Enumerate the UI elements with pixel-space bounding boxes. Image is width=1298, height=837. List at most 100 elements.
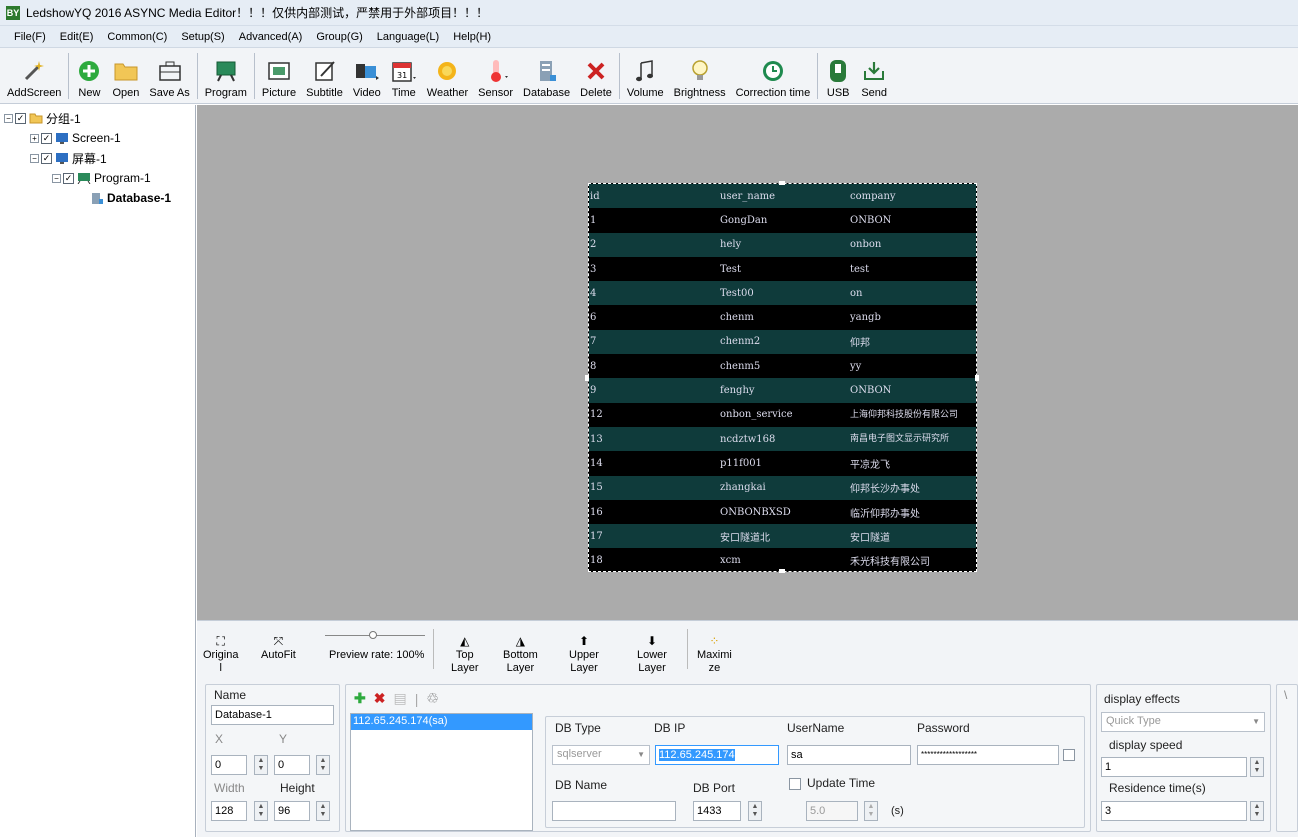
display-effects-value: Quick Type [1106, 715, 1161, 727]
slider-thumb[interactable] [369, 631, 377, 639]
update-time-unit: (s) [891, 805, 904, 817]
edit-source-icon[interactable]: ▤ [393, 690, 406, 707]
picture-button[interactable]: Picture [257, 49, 301, 103]
brightness-button[interactable]: Brightness [669, 49, 731, 103]
usb-button[interactable]: USB [820, 49, 856, 103]
tree-item-screen1[interactable]: + ✓ Screen-1 [30, 129, 121, 147]
maximize-button[interactable]: ⁘ Maximi ze [697, 635, 732, 675]
db-ip-input[interactable]: 112.65.245.174 [655, 745, 779, 765]
username-input[interactable]: sa [787, 745, 911, 765]
datasource-list[interactable]: 112.65.245.174(sa) [350, 713, 533, 831]
led-database-table[interactable]: id user_name company 1 GongDan ONBON 2 h… [588, 183, 977, 572]
usb-label: USB [826, 87, 850, 99]
menu-common[interactable]: Common(C) [107, 31, 167, 43]
music-note-icon [632, 58, 658, 84]
calendar-icon: 31 [391, 58, 417, 84]
show-password-checkbox[interactable] [1063, 749, 1075, 761]
tree-label-program: Program-1 [94, 171, 151, 185]
table-cell: 7 [590, 336, 597, 348]
resize-handle-bottom[interactable] [779, 569, 785, 573]
checkbox-checked-icon[interactable]: ✓ [15, 112, 26, 124]
x-spinner-icon[interactable]: ▲ ▼ [254, 755, 268, 775]
checkbox-checked-icon[interactable]: ✓ [41, 132, 52, 144]
database-button[interactable]: Database [518, 49, 575, 103]
tree-item-screen2[interactable]: − ✓ 屏幕-1 [30, 149, 107, 167]
menu-setup[interactable]: Setup(S) [181, 31, 224, 43]
height-spinner-icon[interactable]: ▲ ▼ [316, 801, 330, 821]
height-input[interactable]: 96 [274, 801, 310, 821]
correction-time-button[interactable]: Correction time [731, 49, 816, 103]
tree-item-group[interactable]: − ✓ 分组-1 [4, 109, 81, 127]
table-row: 17 安口隧道北 安口隧道 [589, 524, 976, 549]
time-button[interactable]: 31 Time [386, 49, 422, 103]
list-item[interactable]: 112.65.245.174(sa) [351, 714, 532, 730]
open-button[interactable]: Open [107, 49, 144, 103]
password-input[interactable]: ****************** [917, 745, 1059, 765]
tree-item-database[interactable]: Database-1 [90, 189, 171, 207]
menu-edit[interactable]: Edit(E) [60, 31, 94, 43]
lower-layer-button[interactable]: ⬇ Lower Layer [637, 635, 667, 675]
volume-button[interactable]: Volume [622, 49, 669, 103]
new-button[interactable]: New [71, 49, 107, 103]
db-port-spinner-icon[interactable]: ▲ ▼ [748, 801, 762, 821]
table-header-cell: company [850, 190, 896, 202]
width-input[interactable]: 128 [211, 801, 247, 821]
name-input[interactable]: Database-1 [211, 705, 334, 725]
update-time-spinner-icon[interactable]: ▲ ▼ [864, 801, 878, 821]
subtitle-button[interactable]: Subtitle [301, 49, 348, 103]
menu-help[interactable]: Help(H) [453, 31, 491, 43]
tree-item-program[interactable]: − ✓ Program-1 [52, 169, 151, 187]
collapse-icon[interactable]: − [52, 173, 61, 183]
original-size-button[interactable]: ⛶ Origina l [203, 635, 238, 675]
resize-handle-left[interactable] [585, 375, 589, 381]
collapse-icon[interactable]: − [4, 113, 13, 123]
display-effects-select[interactable]: Quick Type ▼ [1101, 712, 1265, 732]
add-screen-button[interactable]: AddScreen [2, 49, 66, 103]
sensor-button[interactable]: Sensor [473, 49, 518, 103]
table-row: 15 zhangkai 仰邦长沙办事处 [589, 475, 976, 500]
checkbox-checked-icon[interactable]: ✓ [41, 152, 52, 164]
autofit-button[interactable]: ⤧ AutoFit [261, 635, 296, 662]
menu-group[interactable]: Group(G) [316, 31, 362, 43]
save-as-button[interactable]: Save As [144, 49, 194, 103]
x-input[interactable]: 0 [211, 755, 247, 775]
display-speed-input[interactable]: 1 [1101, 757, 1247, 777]
refresh-icon[interactable]: ♲ [426, 690, 439, 707]
residence-time-input[interactable]: 3 [1101, 801, 1247, 821]
menu-advanced[interactable]: Advanced(A) [239, 31, 303, 43]
resize-handle-top[interactable] [779, 181, 785, 185]
program-button[interactable]: Program [200, 49, 252, 103]
remove-source-icon[interactable]: ✖ [374, 690, 386, 707]
delete-button[interactable]: Delete [575, 49, 617, 103]
table-row: 4 Test00 on [589, 281, 976, 306]
db-port-input[interactable]: 1433 [693, 801, 741, 821]
y-input[interactable]: 0 [274, 755, 310, 775]
top-layer-button[interactable]: ◭ Top Layer [451, 635, 479, 675]
upper-layer-icon: ⬆ [578, 634, 590, 648]
menu-file[interactable]: File(F) [14, 31, 46, 43]
upper-layer-button[interactable]: ⬆ Upper Layer [569, 635, 599, 675]
display-speed-spinner-icon[interactable]: ▲ ▼ [1250, 757, 1264, 777]
collapse-icon[interactable]: − [30, 153, 39, 163]
residence-time-spinner-icon[interactable]: ▲ ▼ [1250, 801, 1264, 821]
add-source-icon[interactable]: ✚ [354, 690, 366, 707]
video-button[interactable]: Video [348, 49, 386, 103]
preview-rate-slider[interactable] [325, 631, 425, 639]
send-button[interactable]: Send [856, 49, 892, 103]
update-time-checkbox[interactable] [789, 778, 801, 790]
sun-icon [434, 58, 460, 84]
weather-button[interactable]: Weather [422, 49, 473, 103]
db-type-select[interactable]: sqlserver ▼ [552, 745, 650, 765]
table-header-cell: user_name [720, 190, 776, 202]
display-speed-label: display speed [1109, 738, 1183, 752]
menu-language[interactable]: Language(L) [377, 31, 439, 43]
width-spinner-icon[interactable]: ▲ ▼ [254, 801, 268, 821]
bottom-layer-button[interactable]: ◮ Bottom Layer [503, 635, 538, 675]
db-name-input[interactable] [552, 801, 676, 821]
resize-handle-right[interactable] [975, 375, 979, 381]
y-spinner-icon[interactable]: ▲ ▼ [316, 755, 330, 775]
update-time-input[interactable]: 5.0 [806, 801, 858, 821]
checkbox-checked-icon[interactable]: ✓ [63, 172, 74, 184]
table-cell: chenm [720, 312, 754, 324]
expand-icon[interactable]: + [30, 133, 39, 143]
